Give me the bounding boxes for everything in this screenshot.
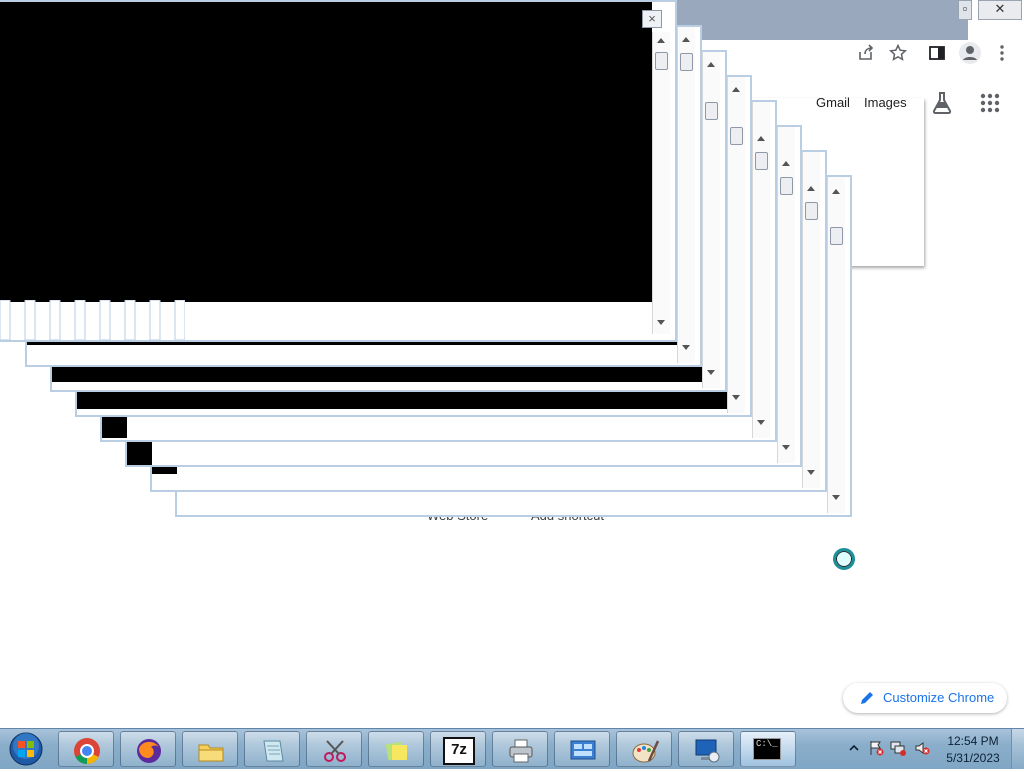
bookmark-star-icon[interactable]: [888, 43, 908, 64]
notepad-icon: [263, 740, 284, 762]
gmail-link[interactable]: Gmail: [816, 95, 850, 110]
dialog-scrollbar[interactable]: [652, 32, 670, 334]
clock-time[interactable]: 12:54 PM: [936, 734, 1010, 748]
taskbar-cmd[interactable]: C:\_: [740, 731, 796, 767]
taskbar-chrome[interactable]: [58, 731, 114, 767]
taskbar-notepad[interactable]: [244, 731, 300, 767]
customize-chrome-label: Customize Chrome: [883, 690, 995, 705]
scroll-up-arrow-icon[interactable]: [657, 38, 665, 43]
sticky-notes-icon: [385, 741, 407, 761]
clock-date[interactable]: 5/31/2023: [936, 751, 1010, 765]
7zip-icon: 7z: [443, 737, 475, 765]
taskbar: 7z C:\_ 12:54 PM 5/31/2023: [0, 728, 1024, 769]
chrome-restore-button[interactable]: ▫: [958, 0, 972, 20]
scroll-down-arrow-icon[interactable]: [657, 320, 665, 325]
cmd-icon: C:\_: [753, 738, 781, 760]
share-icon[interactable]: [856, 44, 876, 64]
show-desktop-button[interactable]: [1011, 729, 1024, 769]
paint-icon: [632, 740, 659, 763]
taskbar-7zip[interactable]: 7z: [430, 731, 486, 767]
printer-icon: [509, 739, 533, 763]
windows-logo-icon: [9, 732, 43, 766]
show-hidden-icons-chevron-icon[interactable]: [846, 740, 862, 756]
labs-flask-icon[interactable]: [930, 91, 954, 115]
profile-avatar-icon[interactable]: [958, 41, 982, 65]
taskbar-explorer[interactable]: [182, 731, 238, 767]
chrome-title-strip: [676, 0, 968, 40]
dialog-close-button[interactable]: ×: [642, 10, 662, 28]
ghost-frame-edges: [0, 299, 186, 341]
pencil-icon: [861, 692, 873, 704]
taskbar-sticky-notes[interactable]: [368, 731, 424, 767]
chrome-close-button[interactable]: ✕: [978, 0, 1022, 20]
firefox-icon: [137, 739, 161, 763]
google-apps-grid-icon[interactable]: [980, 93, 1000, 113]
volume-muted-icon[interactable]: [914, 740, 930, 756]
taskbar-snipping-tool[interactable]: [306, 731, 362, 767]
action-center-flag-icon[interactable]: [868, 740, 884, 756]
side-panel-icon[interactable]: [927, 44, 947, 64]
remote-desktop-icon: [695, 739, 720, 763]
front-dialog: ×: [0, 0, 677, 342]
network-icon[interactable]: [890, 740, 906, 756]
chrome-menu-kebab-icon[interactable]: [992, 44, 1012, 64]
taskbar-remote-desktop[interactable]: [678, 731, 734, 767]
control-panel-icon: [570, 740, 596, 760]
busy-cursor-icon: [833, 548, 855, 570]
taskbar-control-panel[interactable]: [554, 731, 610, 767]
customize-chrome-button[interactable]: Customize Chrome: [843, 683, 1007, 713]
folder-icon: [198, 744, 224, 762]
chrome-icon: [74, 738, 100, 764]
scissors-icon: [324, 740, 346, 762]
taskbar-paint[interactable]: [616, 731, 672, 767]
taskbar-firefox[interactable]: [120, 731, 176, 767]
taskbar-printer[interactable]: [492, 731, 548, 767]
scroll-thumb[interactable]: [655, 52, 668, 70]
start-button[interactable]: [6, 731, 46, 767]
images-link[interactable]: Images: [864, 95, 907, 110]
